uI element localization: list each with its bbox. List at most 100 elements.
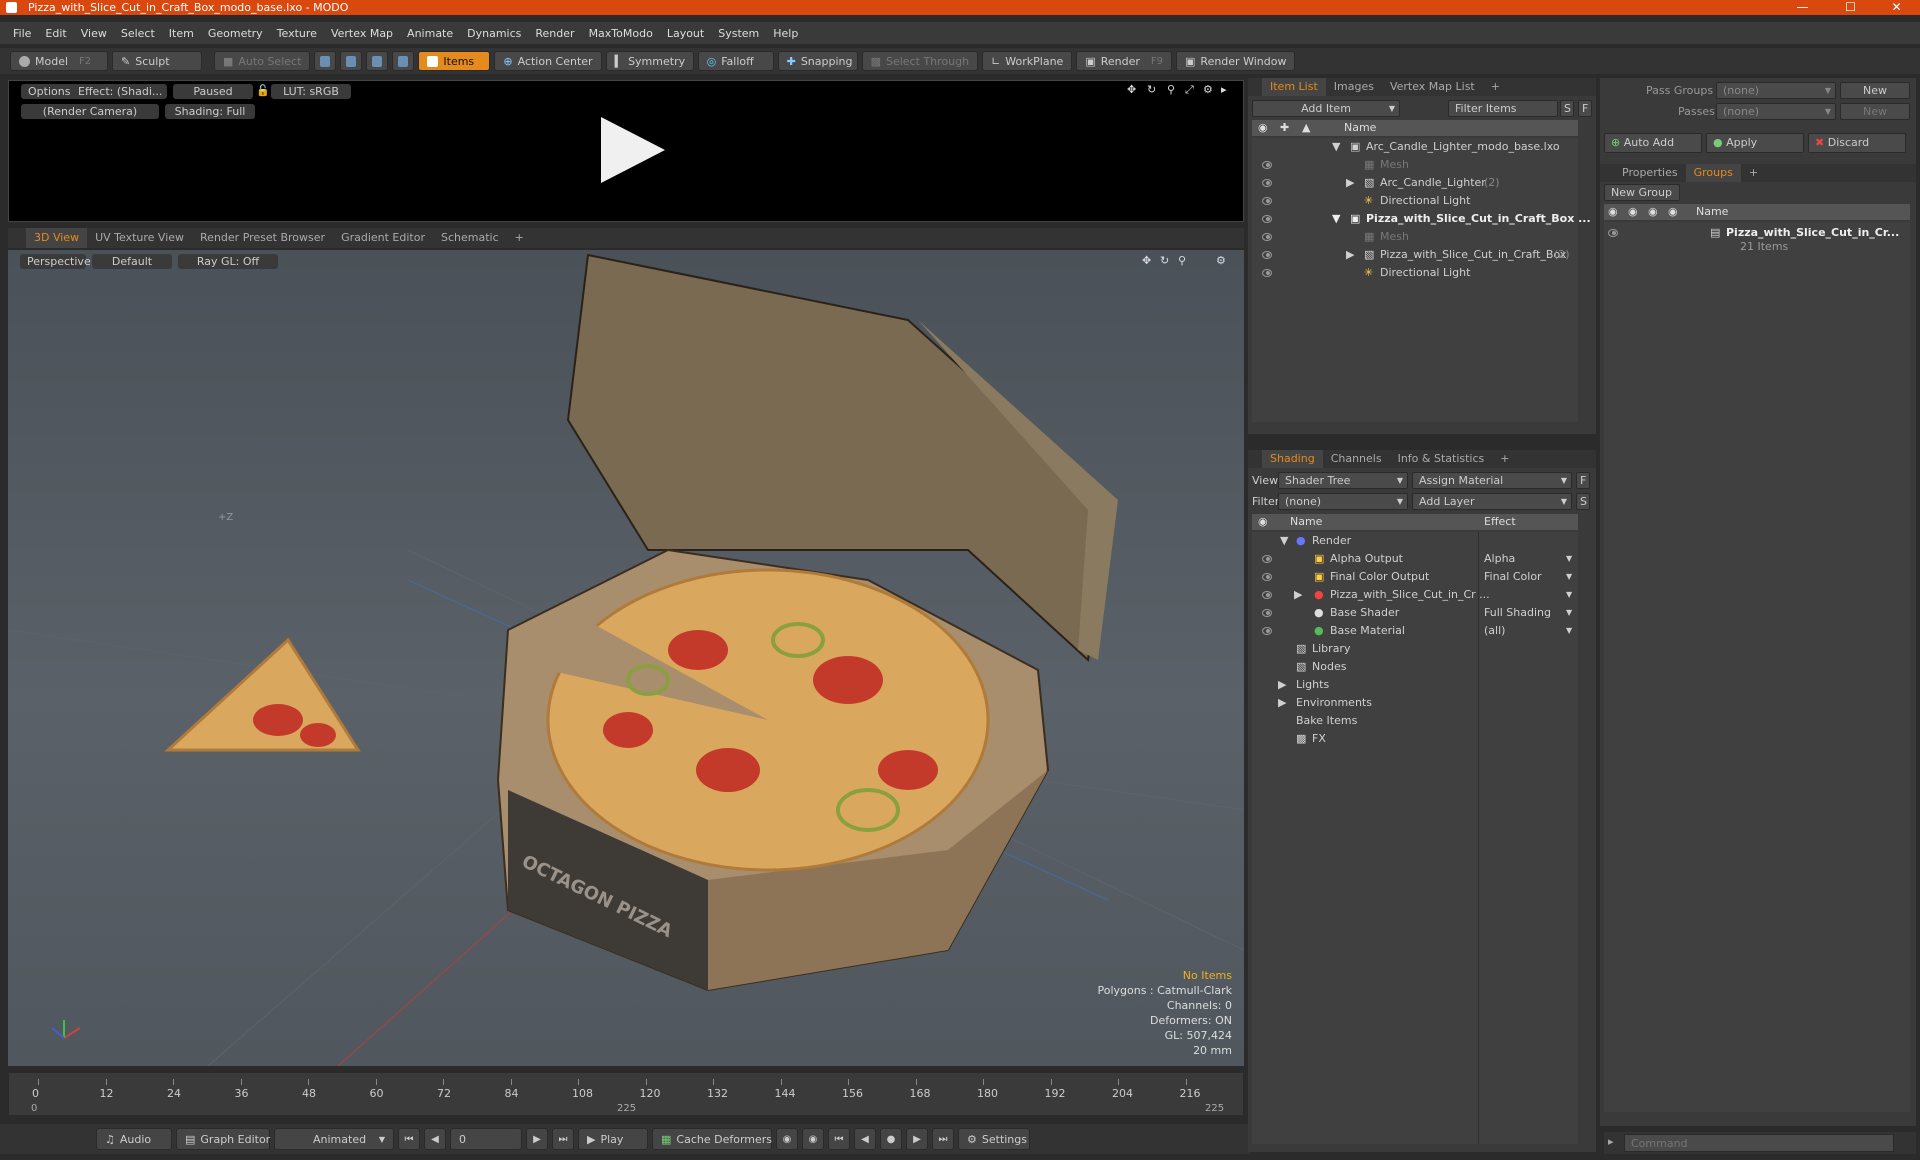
menu-item[interactable]: Item [162,27,201,40]
next-frame-button[interactable]: ▶ [906,1128,928,1150]
chevron-down-icon[interactable]: ▼ [1566,604,1572,622]
record-button[interactable]: ● [880,1128,902,1150]
tab-render-preset-browser[interactable]: Render Preset Browser [192,228,333,248]
preview-maximize-icon[interactable]: ⤢ [1185,83,1194,97]
command-expand-icon[interactable]: ▸ [1608,1135,1614,1148]
render-options-button[interactable]: Options [21,84,78,99]
next-key-button[interactable]: ▶ [526,1128,548,1150]
shader-row-nodes[interactable]: ▧ Nodes [1252,658,1578,676]
menu-view[interactable]: View [74,27,114,40]
menu-file[interactable]: File [6,27,38,40]
chevron-down-icon[interactable]: ▼ [1566,568,1572,586]
viewport-rotate-icon[interactable]: ↻ [1160,254,1169,267]
filter-s-button[interactable]: S [1560,100,1574,117]
shader-row-render[interactable]: ▼ ● Render [1252,532,1578,550]
auto-add-button[interactable]: ⊕ Auto Add [1604,133,1702,153]
new-pass-group-button[interactable]: New [1840,82,1910,99]
raygl-dropdown[interactable]: Ray GL: Off [178,254,278,269]
go-start-button[interactable]: ⏮ [398,1128,420,1150]
tree-item-mesh[interactable]: ▦ Mesh [1252,156,1578,174]
settings-button[interactable]: ⚙ Settings [958,1128,1030,1150]
pass-groups-dropdown[interactable]: (none) ▼ [1716,82,1836,99]
prev-key-button[interactable]: ◀ [424,1128,446,1150]
visibility-eye-icon[interactable] [1262,233,1272,241]
add-item-dropdown[interactable]: Add Item ▼ [1252,100,1400,117]
maximize-icon[interactable]: ☐ [1828,0,1873,15]
preview-settings-icon[interactable]: ⚙ [1203,83,1213,96]
model-mode-button[interactable]: Model F2 [10,51,108,71]
play-render-icon[interactable] [601,117,665,183]
add-panel-tab[interactable]: + [1492,450,1517,468]
chevron-down-icon[interactable]: ▼ [1566,550,1572,568]
tree-item-group[interactable]: ▶ ▧ Arc_Candle_Lighter (2) [1252,174,1578,192]
menu-geometry[interactable]: Geometry [201,27,270,40]
cache-deformers-button[interactable]: ▦ Cache Deformers [652,1128,772,1150]
tab-images[interactable]: Images [1326,78,1382,96]
filter-dropdown[interactable]: (none) ▼ [1278,493,1408,510]
visibility-eye-icon[interactable] [1262,161,1272,169]
audio-button[interactable]: ♫ Audio [96,1128,172,1150]
tab-vertex-map-list[interactable]: Vertex Map List [1382,78,1483,96]
shader-row-library[interactable]: ▧ Library [1252,640,1578,658]
preview-zoom-icon[interactable]: ⚲ [1167,83,1175,96]
tree-item-light[interactable]: ✳ Directional Light [1252,264,1578,282]
tree-item-mesh[interactable]: ▦ Mesh [1252,228,1578,246]
visibility-eye-icon[interactable] [1262,179,1272,187]
action-center-button[interactable]: ⊕ Action Center [494,51,602,71]
visibility-eye-icon[interactable] [1262,609,1272,617]
tab-uv-texture-view[interactable]: UV Texture View [87,228,192,248]
visibility-eye-icon[interactable] [1262,573,1272,581]
items-mode-button[interactable]: Items [418,51,491,71]
menu-edit[interactable]: Edit [38,27,73,40]
menu-vertex-map[interactable]: Vertex Map [324,27,400,40]
apply-button[interactable]: ● Apply [1706,133,1804,153]
visibility-eye-icon[interactable] [1608,229,1618,237]
next-keyframe-button[interactable]: ⏭ [932,1128,954,1150]
edges-mode-button[interactable] [340,51,363,71]
visibility-eye-icon[interactable] [1262,555,1272,563]
materials-mode-button[interactable] [392,51,415,71]
visibility-eye-icon[interactable] [1262,627,1272,635]
shader-row-material-group[interactable]: ▶ ● Pizza_with_Slice_Cut_in_Cr ... ▼ [1252,586,1578,604]
lut-dropdown[interactable]: LUT: sRGB [271,84,351,99]
menu-animate[interactable]: Animate [400,27,460,40]
tab-shading[interactable]: Shading [1262,450,1323,468]
prev-keyframe-button[interactable]: ⏮ [828,1128,850,1150]
assign-material-dropdown[interactable]: Assign Material ▼ [1412,472,1572,489]
render-camera-dropdown[interactable]: (Render Camera) [21,104,159,119]
tree-item-scene[interactable]: ▼ ▣ Arc_Candle_Lighter_modo_base.lxo [1252,138,1578,156]
perspective-dropdown[interactable]: Perspective [20,254,91,269]
passes-dropdown[interactable]: (none) ▼ [1716,103,1836,120]
3d-viewport[interactable]: Perspective Default Ray GL: Off +Z OCTAG… [8,250,1244,1066]
viewport-move-icon[interactable]: ✥ [1142,254,1151,267]
visibility-eye-icon[interactable] [1262,269,1272,277]
shading-dropdown[interactable]: Shading: Full [165,104,255,119]
menu-render[interactable]: Render [528,27,581,40]
add-panel-tab[interactable]: + [1741,164,1766,182]
key-icon-button-1[interactable]: ◉ [776,1128,798,1150]
preview-expand-icon[interactable]: ▸ [1221,83,1227,96]
preview-move-icon[interactable]: ✥ [1127,83,1136,96]
frame-field[interactable]: 0 [450,1128,522,1150]
shader-row-base-shader[interactable]: ● Base Shader Full Shading ▼ [1252,604,1578,622]
menu-dynamics[interactable]: Dynamics [460,27,528,40]
tab-properties[interactable]: Properties [1614,164,1686,182]
view-dropdown[interactable]: Shader Tree ▼ [1278,472,1408,489]
vertices-mode-button[interactable] [314,51,337,71]
add-tab-button[interactable]: + [507,228,532,248]
menu-help[interactable]: Help [766,27,805,40]
go-end-button[interactable]: ⏭ [552,1128,574,1150]
render-effect-dropdown[interactable]: Effect: (Shadi... [71,84,167,99]
select-through-button[interactable]: ▩ Select Through [861,51,979,71]
visibility-eye-icon[interactable] [1262,215,1272,223]
falloff-button[interactable]: ◎ Falloff [697,51,774,71]
tab-3d-view[interactable]: 3D View [26,228,88,248]
visibility-eye-icon[interactable] [1262,251,1272,259]
key-icon-button-2[interactable]: ◉ [802,1128,824,1150]
shader-row-fx[interactable]: ▩ FX [1252,730,1578,748]
shader-row-environments[interactable]: ▶ Environments [1252,694,1578,712]
tab-groups[interactable]: Groups [1685,164,1741,182]
render-window-button[interactable]: ▣ Render Window [1176,51,1296,71]
render-button[interactable]: ▣ Render F9 [1076,51,1173,71]
tree-item-group[interactable]: ▶ ▧ Pizza_with_Slice_Cut_in_Craft_Box (2) [1252,246,1578,264]
